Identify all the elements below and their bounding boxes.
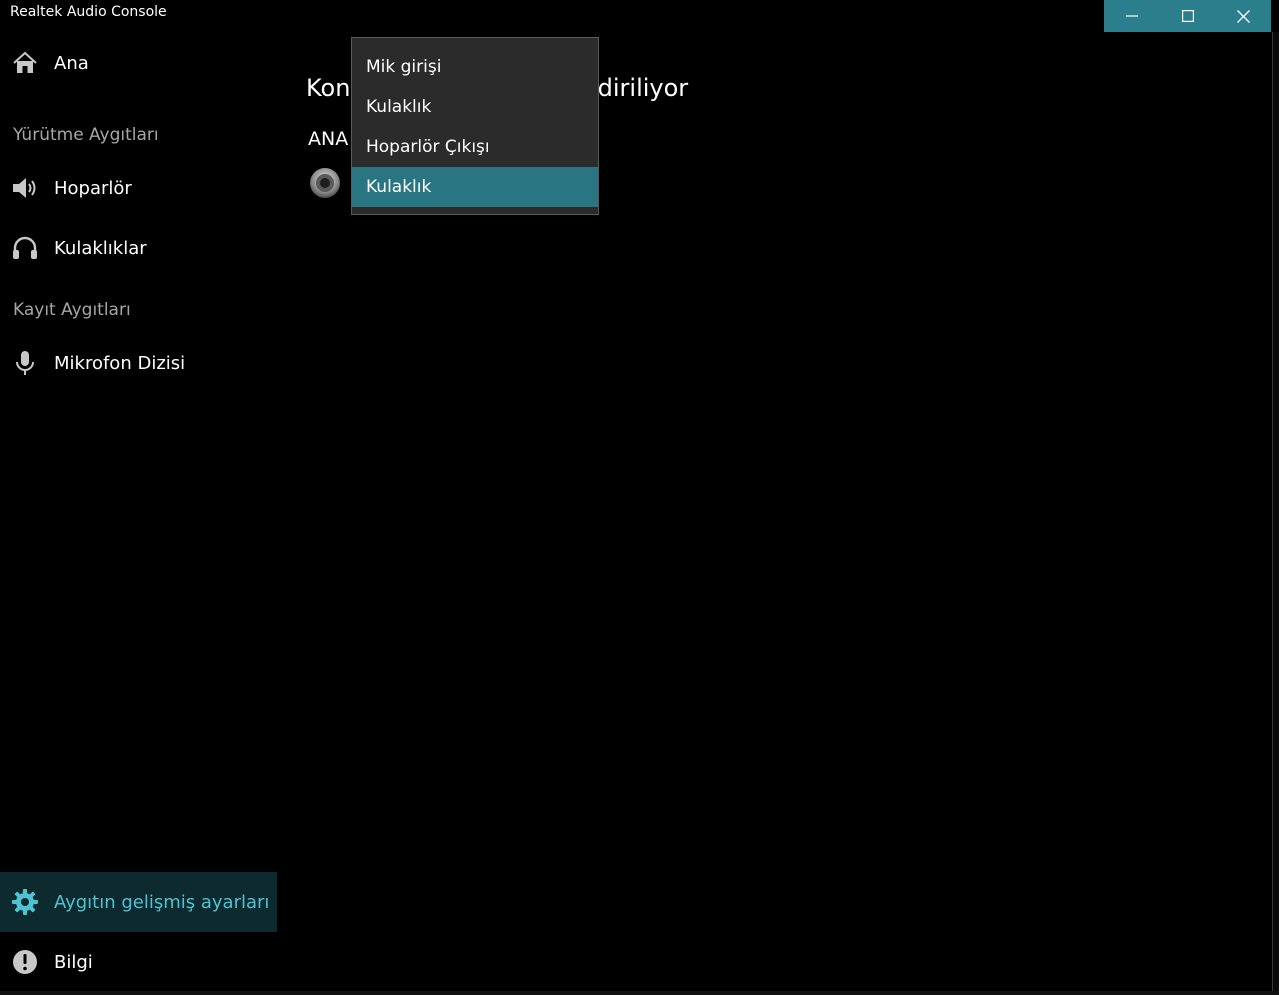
headphones-icon [12,235,38,261]
page-title-start: Kon [306,74,351,102]
jack-function-dropdown[interactable]: Mik girişi Kulaklık Hoparlör Çıkışı Kula… [351,37,599,215]
sidebar-item-label: Hoparlör [54,177,132,199]
dropdown-option-headphone-selected[interactable]: Kulaklık [352,167,598,207]
title-bar: Realtek Audio Console [0,0,1279,32]
caption-buttons [1104,0,1271,32]
microphone-icon [12,350,38,376]
recording-devices-header: Kayıt Aygıtları [13,300,131,320]
sidebar-item-label: Aygıtın gelişmiş ayarları [54,891,270,913]
audio-jack-icon[interactable] [309,167,341,199]
dropdown-option-headphone[interactable]: Kulaklık [352,87,598,127]
home-icon [12,50,38,76]
sidebar-item-home[interactable]: Ana [0,33,277,93]
dropdown-option-speaker-out[interactable]: Hoparlör Çıkışı [352,127,598,167]
jack-label: ANA [308,128,349,150]
gear-icon [12,889,38,915]
minimize-icon [1125,15,1138,17]
minimize-button[interactable] [1104,0,1160,32]
maximize-button[interactable] [1160,0,1216,32]
sidebar-item-label: Mikrofon Dizisi [54,352,186,374]
sidebar-item-headphones[interactable]: Kulaklıklar [0,218,277,278]
sidebar-item-advanced-settings[interactable]: Aygıtın gelişmiş ayarları [0,872,277,932]
app-window: Realtek Audio Console Ana Yürütme Aygıtl… [0,0,1279,995]
sidebar-item-microphone-array[interactable]: Mikrofon Dizisi [0,333,277,393]
sidebar-item-label: Bilgi [54,951,93,973]
window-edge [1272,32,1279,995]
dropdown-option-mic-in[interactable]: Mik girişi [352,47,598,87]
maximize-icon [1181,10,1194,22]
close-button[interactable] [1215,0,1271,32]
sidebar-item-info[interactable]: Bilgi [0,932,277,992]
info-icon [12,949,38,975]
app-title: Realtek Audio Console [10,4,167,20]
close-icon [1236,9,1250,23]
window-bottom-edge [0,991,1279,995]
speaker-icon [12,175,38,201]
sidebar-item-label: Ana [54,52,89,74]
playback-devices-header: Yürütme Aygıtları [13,125,159,145]
sidebar-item-label: Kulaklıklar [54,237,147,259]
sidebar: Ana Yürütme Aygıtları Hoparlör Kulaklıkl… [0,32,277,995]
sidebar-item-speaker[interactable]: Hoparlör [0,158,277,218]
